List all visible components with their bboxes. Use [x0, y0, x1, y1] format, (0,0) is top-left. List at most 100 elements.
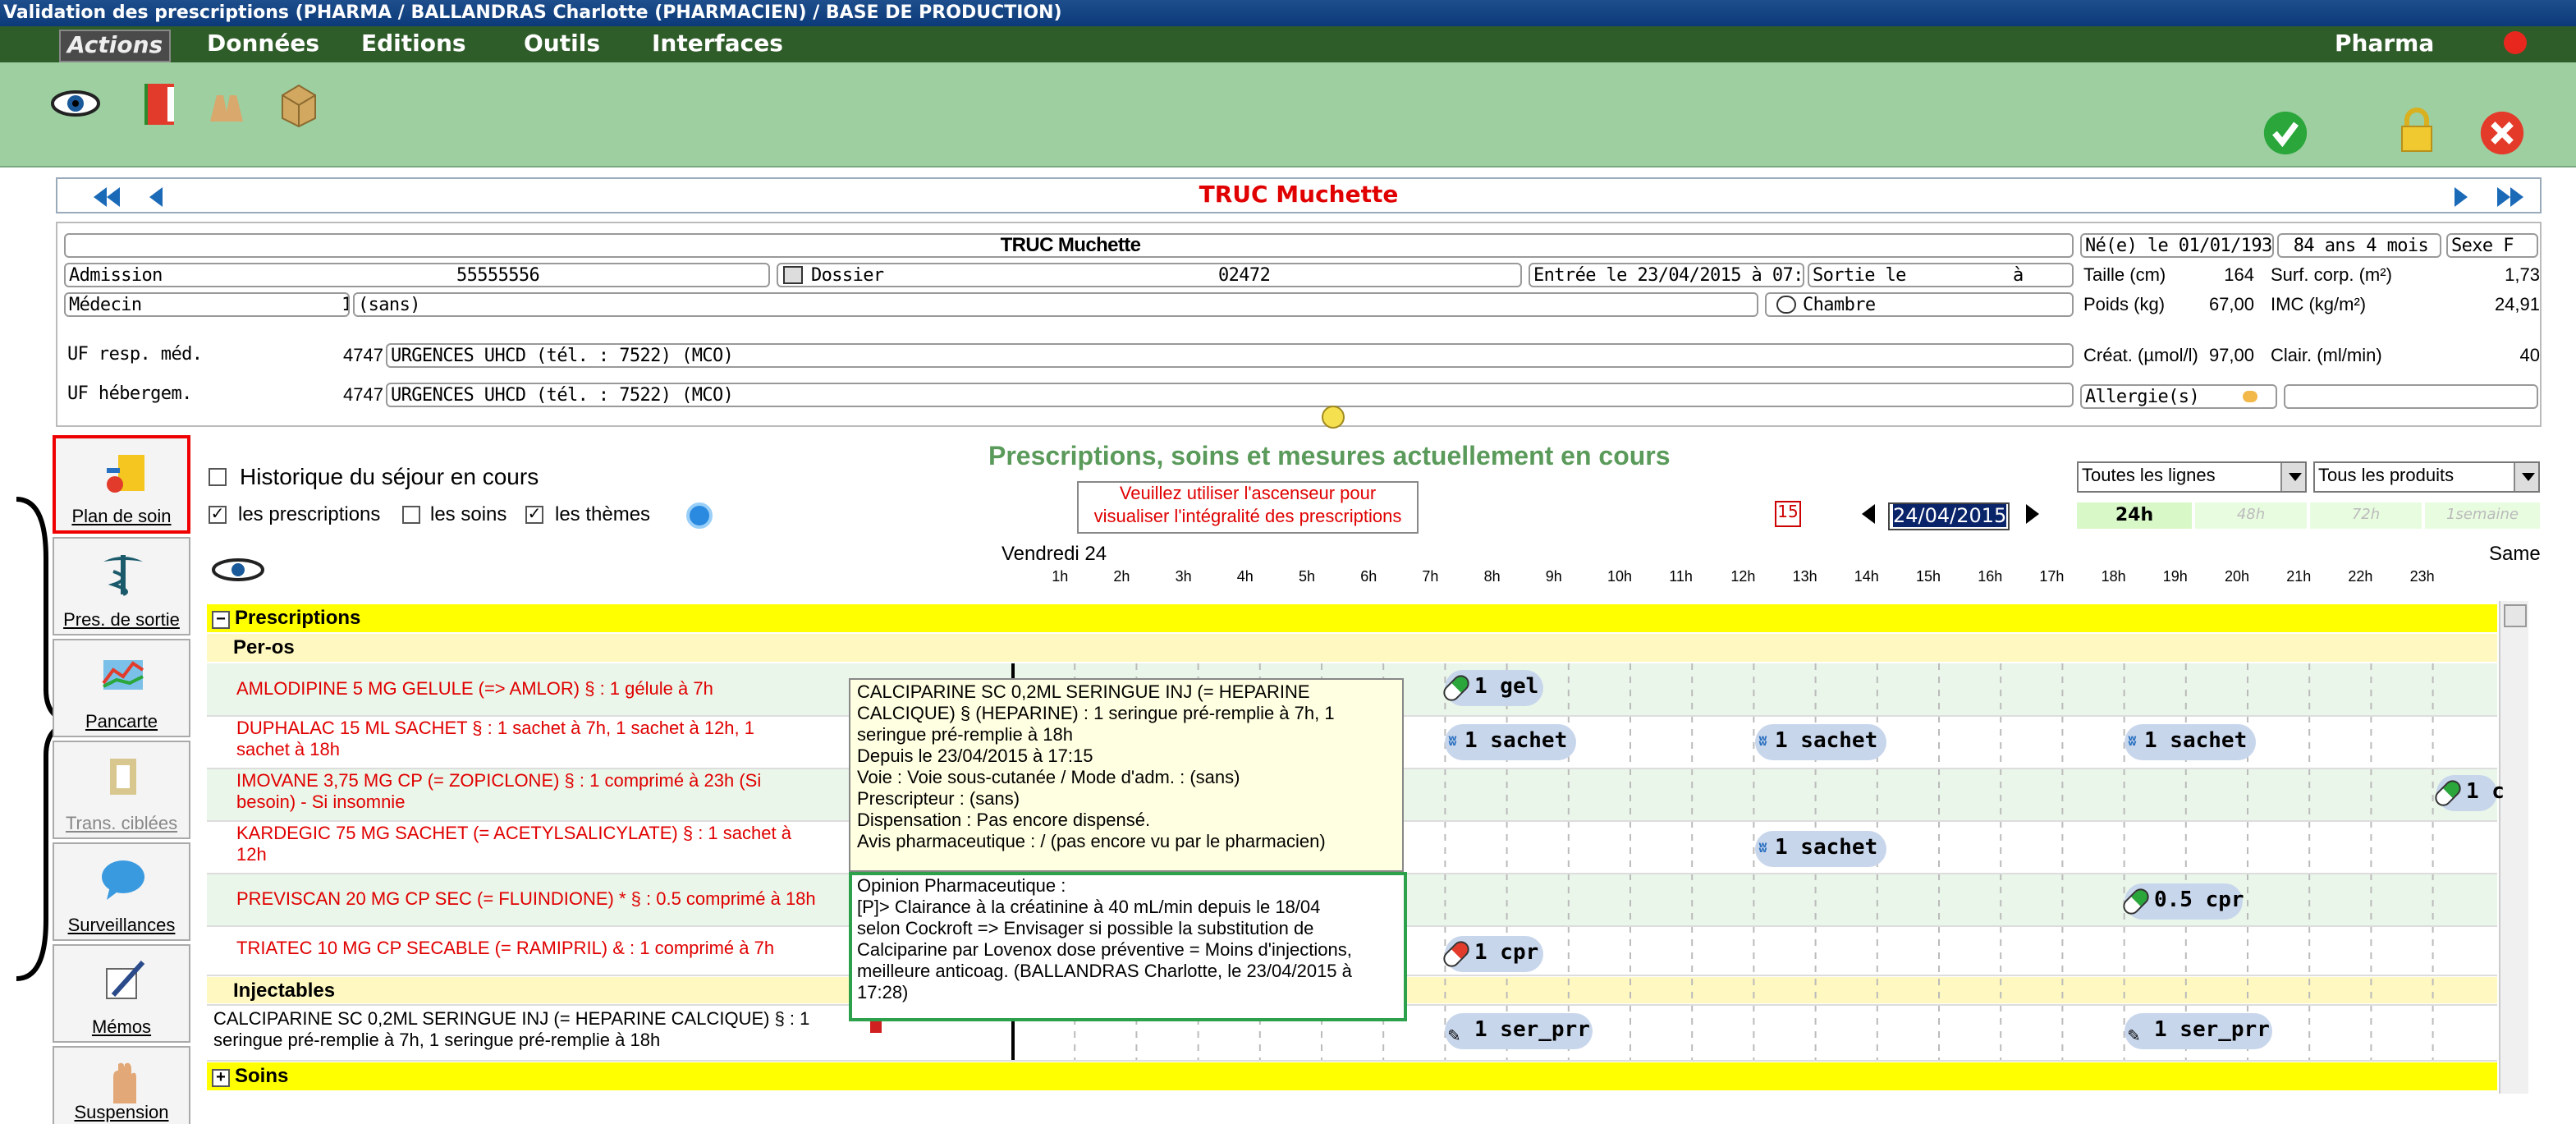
scroll-hint-line2: visualiser l'intégralité des prescriptio…: [1093, 507, 1402, 527]
dose-calciparine-18h[interactable]: ✎ 1 ser_prr: [2125, 1013, 2272, 1049]
dose-kardegic-12h[interactable]: ʬ 1 sachet: [1755, 831, 1886, 867]
dose-text: 1 gel: [1474, 675, 1539, 700]
scroll-hint-button[interactable]: Veuillez utiliser l'ascenseur pour visual…: [1077, 481, 1419, 534]
hands-icon[interactable]: [204, 79, 250, 128]
collapse-panel-icon[interactable]: [1322, 406, 1345, 429]
logout-icon[interactable]: [2504, 31, 2527, 54]
tooltip-line: Avis pharmaceutique : / (pas encore vu p…: [857, 833, 1326, 852]
calendar-icon[interactable]: 15: [1775, 501, 1801, 527]
dose-duphalac-12h[interactable]: ʬ 1 sachet: [1755, 724, 1886, 760]
dose-triatec-7h[interactable]: 1 cpr: [1440, 936, 1543, 972]
range-24h[interactable]: 24h: [2077, 502, 2192, 529]
book-icon[interactable]: [138, 79, 184, 128]
hand-icon: [113, 1062, 136, 1103]
row-label-previscan[interactable]: PREVISCAN 20 MG CP SEC (= FLUINDIONE) * …: [236, 890, 816, 911]
weight-label: Poids (kg): [2083, 296, 2166, 315]
range-1week[interactable]: 1semaine: [2425, 502, 2540, 529]
lock-icon[interactable]: [2394, 105, 2440, 154]
dose-imovane-23h[interactable]: 1 c: [2432, 775, 2505, 811]
eye-icon[interactable]: [210, 555, 266, 585]
sidebar-item-memos[interactable]: Mémos: [53, 944, 190, 1043]
sidebar-item-suspension[interactable]: Suspension: [53, 1046, 190, 1124]
row-label-line: KARDEGIC 75 MG SACHET (= ACETYLSALICYLAT…: [236, 824, 791, 844]
prescriptions-checkbox[interactable]: ✓: [209, 506, 227, 524]
first-patient-icon[interactable]: [94, 187, 107, 207]
memo-pen-icon: [106, 960, 145, 999]
row-label-duphalac[interactable]: DUPHALAC 15 ML SACHET § : 1 sachet à 7h,…: [236, 719, 754, 762]
sidebar-item-pres-de-sortie[interactable]: Pres. de sortie: [53, 537, 190, 635]
scroll-hint-line1: Veuillez utiliser l'ascenseur pour: [1119, 484, 1377, 504]
history-checkbox[interactable]: [209, 468, 227, 486]
refresh-icon[interactable]: [686, 502, 713, 529]
date-input[interactable]: 24/04/2015: [1888, 502, 2010, 530]
collapse-icon[interactable]: −: [212, 611, 230, 629]
dose-calciparine-7h[interactable]: ✎ 1 ser_prr: [1445, 1013, 1593, 1049]
dose-duphalac-7h[interactable]: ʬ 1 sachet: [1445, 724, 1576, 760]
next-patient-icon[interactable]: [2455, 187, 2468, 207]
room-icon: [1776, 296, 1796, 314]
previous-day-icon[interactable]: [1862, 504, 1875, 524]
sidebar-item-surveillances[interactable]: Surveillances: [53, 842, 190, 941]
creatinine-value: 97,00: [2208, 346, 2254, 366]
dossier-field[interactable]: Dossier 02472: [777, 263, 1522, 287]
range-72h[interactable]: 72h: [2310, 502, 2422, 529]
range-48h[interactable]: 48h: [2195, 502, 2307, 529]
hour-tick-label: 6h: [1360, 568, 1377, 585]
allergy-field[interactable]: Allergie(s): [2080, 384, 2277, 409]
care-plan-icon: [107, 455, 144, 493]
dose-duphalac-18h[interactable]: ʬ 1 sachet: [2125, 724, 2256, 760]
allergy-value: [2284, 384, 2538, 409]
next-day-icon[interactable]: [2026, 504, 2039, 524]
dose-text: 1 sachet: [1775, 729, 1878, 754]
menu-interfaces[interactable]: Interfaces: [652, 30, 783, 59]
sidebar-item-pancarte[interactable]: Pancarte: [53, 639, 190, 737]
dose-text: 1 sachet: [1464, 729, 1568, 754]
close-icon[interactable]: [2479, 108, 2525, 158]
care-checkbox[interactable]: [402, 506, 420, 524]
menu-outils[interactable]: Outils: [524, 30, 600, 59]
row-label-imovane[interactable]: IMOVANE 3,75 MG CP (= ZOPICLONE) § : 1 c…: [236, 772, 761, 814]
menu-editions[interactable]: Editions: [361, 30, 466, 59]
day-label-right: Same: [2489, 542, 2541, 565]
row-label-line: besoin) - Si insomnie: [236, 793, 406, 813]
physician-value: (sans): [353, 292, 1758, 317]
expand-icon[interactable]: +: [212, 1069, 230, 1087]
row-label-line: 12h: [236, 846, 267, 865]
vertical-scrollbar[interactable]: [2499, 601, 2528, 1094]
hour-tick-label: 23h: [2409, 568, 2435, 585]
last-patient-icon-2[interactable]: [2510, 187, 2523, 207]
previous-patient-icon[interactable]: [149, 187, 163, 207]
validate-icon[interactable]: [2262, 108, 2308, 158]
hour-tick-label: 8h: [1483, 568, 1501, 585]
row-label-kardegic[interactable]: KARDEGIC 75 MG SACHET (= ACETYLSALICYLAT…: [236, 824, 791, 867]
hour-tick-label: 1h: [1052, 568, 1069, 585]
speech-bubble-icon: [102, 860, 144, 900]
package-icon[interactable]: [276, 79, 322, 128]
sidebar-item-plan-de-soin[interactable]: Plan de soin: [53, 435, 190, 534]
hour-tick-label: 7h: [1422, 568, 1439, 585]
first-patient-icon-2[interactable]: [107, 187, 120, 207]
scroll-up-button[interactable]: [2504, 604, 2527, 627]
sidebar-item-trans-ciblees[interactable]: Trans. ciblées: [53, 741, 190, 839]
section-prescriptions[interactable]: − Prescriptions: [207, 604, 2497, 632]
dose-amlodipine-7h[interactable]: 1 gel: [1440, 670, 1543, 706]
themes-checkbox[interactable]: ✓: [525, 506, 543, 524]
section-peros: Per-os: [207, 634, 2497, 662]
dose-previscan-18h[interactable]: 0.5 cpr: [2120, 883, 2244, 920]
row-label-line: seringue pré-remplie à 7h, 1 seringue pr…: [213, 1031, 661, 1051]
sachet-icon: ʬ: [1448, 734, 1457, 750]
lines-filter-select[interactable]: Toutes les lignes: [2077, 461, 2307, 493]
products-filter-select[interactable]: Tous les produits: [2313, 461, 2540, 493]
row-label-triatec[interactable]: TRIATEC 10 MG CP SECABLE (= RAMIPRIL) & …: [236, 939, 774, 961]
dossier-label: Dossier: [811, 264, 884, 286]
dossier-value: 02472: [1218, 264, 1271, 286]
row-label-amlodipine[interactable]: AMLODIPINE 5 MG GELULE (=> AMLOR) § : 1 …: [236, 680, 713, 701]
eye-icon[interactable]: [49, 85, 102, 122]
syringe-icon: ✎: [1448, 1023, 1460, 1046]
section-soins[interactable]: + Soins: [207, 1062, 2497, 1090]
menu-actions[interactable]: Actions: [59, 30, 172, 62]
row-label-line: PREVISCAN 20 MG CP SEC (= FLUINDIONE) * …: [236, 890, 816, 910]
menu-donnees[interactable]: Données: [207, 30, 319, 59]
row-label-calciparine[interactable]: CALCIPARINE SC 0,2ML SERINGUE INJ (= HEP…: [213, 1010, 809, 1053]
last-patient-icon[interactable]: [2497, 187, 2510, 207]
